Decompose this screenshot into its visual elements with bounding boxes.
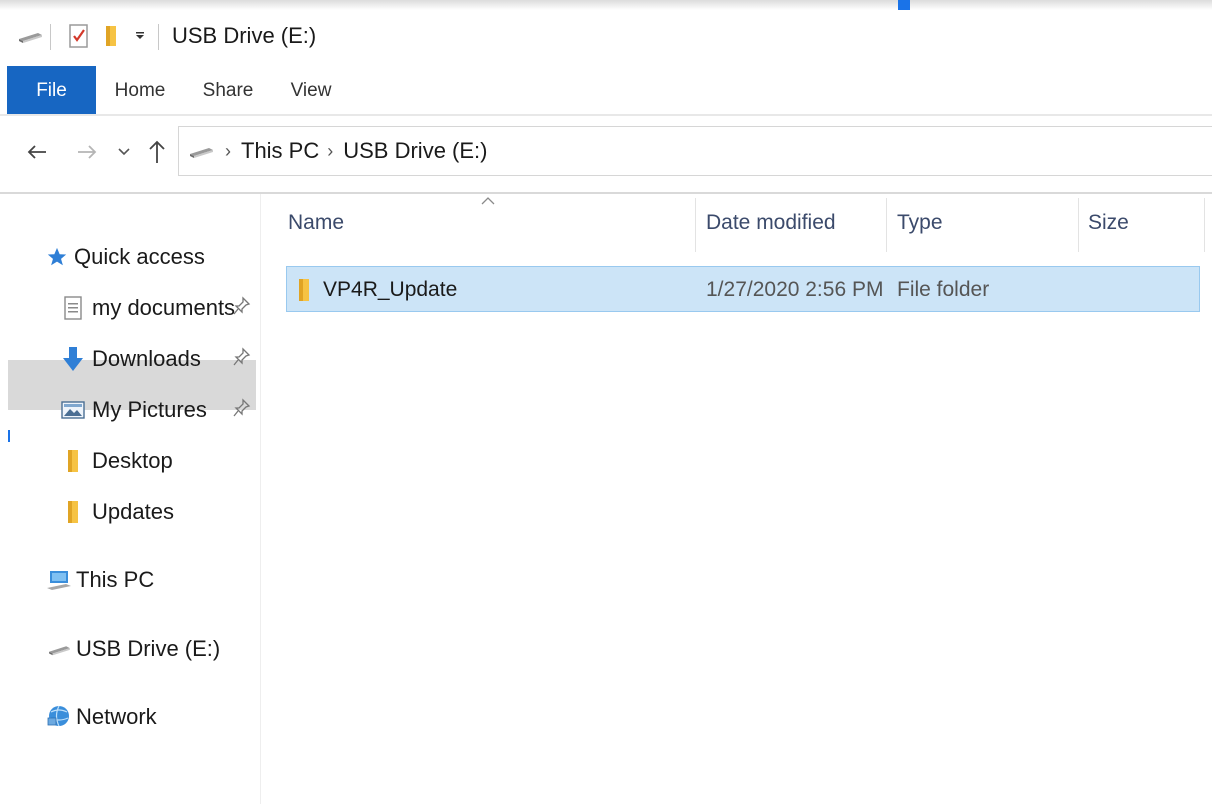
file-type: File folder bbox=[897, 278, 990, 301]
folder-icon bbox=[60, 499, 86, 525]
breadcrumb-separator-icon[interactable]: › bbox=[327, 141, 333, 162]
chevron-down-icon bbox=[118, 148, 130, 156]
top-edge-marker bbox=[898, 0, 910, 10]
nav-item-label: Desktop bbox=[92, 448, 173, 473]
breadcrumb-usb-drive[interactable]: USB Drive (E:) bbox=[343, 138, 487, 164]
arrow-left-icon bbox=[27, 145, 46, 159]
nav-item-label: Downloads bbox=[92, 346, 201, 371]
column-divider[interactable] bbox=[886, 198, 887, 252]
nav-quick-access[interactable]: Quick access bbox=[46, 234, 246, 280]
download-arrow-icon bbox=[60, 346, 86, 372]
file-explorer-window: USB Drive (E:) File Home Share View › Th… bbox=[0, 0, 1212, 804]
ribbon-tabs: File Home Share View bbox=[0, 66, 1212, 114]
pin-icon[interactable] bbox=[232, 397, 254, 423]
ribbon-divider bbox=[0, 114, 1212, 116]
column-divider[interactable] bbox=[1204, 198, 1205, 252]
nav-item-desktop[interactable]: Desktop bbox=[60, 438, 254, 484]
title-bar: USB Drive (E:) bbox=[0, 14, 1212, 58]
nav-item-label: My Pictures bbox=[92, 397, 207, 422]
navigation-bar: › This PC › USB Drive (E:) bbox=[0, 126, 1212, 178]
nav-network[interactable]: Network bbox=[46, 694, 246, 740]
recent-locations-button[interactable] bbox=[110, 126, 138, 178]
nav-item-label: USB Drive (E:) bbox=[76, 636, 221, 661]
forward-button[interactable] bbox=[70, 126, 104, 178]
arrow-up-icon bbox=[149, 140, 165, 163]
column-header-name[interactable]: Name bbox=[288, 200, 688, 246]
column-header-type[interactable]: Type bbox=[897, 200, 1073, 246]
drive-icon bbox=[187, 141, 215, 161]
arrow-right-icon bbox=[78, 145, 97, 159]
pin-icon[interactable] bbox=[232, 295, 254, 321]
customize-dropdown-icon[interactable] bbox=[128, 14, 152, 58]
tab-home[interactable]: Home bbox=[104, 66, 176, 114]
column-header-date-modified[interactable]: Date modified bbox=[706, 200, 882, 246]
network-icon bbox=[46, 704, 72, 730]
tab-file[interactable]: File bbox=[7, 66, 96, 114]
nav-item-my-documents[interactable]: my documents bbox=[60, 285, 254, 331]
tab-view[interactable]: View bbox=[278, 66, 344, 114]
file-date-modified: 1/27/2020 2:56 PM bbox=[706, 278, 884, 301]
nav-item-label: Updates bbox=[92, 499, 174, 524]
computer-icon bbox=[46, 567, 72, 593]
nav-item-updates[interactable]: Updates bbox=[60, 489, 254, 535]
breadcrumb-separator-icon[interactable]: › bbox=[225, 141, 231, 162]
column-header-size[interactable]: Size bbox=[1088, 200, 1198, 246]
nav-item-label: This PC bbox=[76, 567, 155, 592]
window-top-edge bbox=[0, 0, 1212, 10]
up-button[interactable] bbox=[140, 126, 174, 178]
nav-this-pc[interactable]: This PC bbox=[46, 557, 246, 603]
file-list: Name Date modified Type Size VP4R_Update… bbox=[270, 194, 1212, 804]
nav-item-label: my documents bbox=[92, 295, 236, 320]
nav-item-downloads[interactable]: Downloads bbox=[60, 336, 254, 382]
toolbar-separator bbox=[158, 24, 159, 50]
pictures-icon bbox=[60, 397, 86, 423]
nav-item-label: Network bbox=[76, 704, 157, 729]
properties-checkbox-icon[interactable] bbox=[64, 14, 94, 58]
document-icon bbox=[60, 295, 86, 321]
file-size bbox=[1089, 267, 1189, 313]
nav-item-label: Quick access bbox=[74, 244, 205, 269]
breadcrumb-this-pc[interactable]: This PC bbox=[241, 138, 319, 164]
column-divider[interactable] bbox=[1078, 198, 1079, 252]
column-divider[interactable] bbox=[695, 198, 696, 252]
address-bar[interactable]: › This PC › USB Drive (E:) bbox=[178, 126, 1212, 176]
pane-divider[interactable] bbox=[260, 194, 261, 804]
drive-icon bbox=[46, 636, 72, 662]
table-row[interactable]: VP4R_Update 1/27/2020 2:56 PM File folde… bbox=[286, 266, 1200, 312]
nav-usb-drive[interactable]: USB Drive (E:) bbox=[46, 626, 256, 672]
pin-icon[interactable] bbox=[232, 346, 254, 372]
drive-icon[interactable] bbox=[14, 14, 46, 58]
folder-icon bbox=[60, 448, 86, 474]
nav-item-my-pictures[interactable]: My Pictures bbox=[60, 387, 254, 433]
file-name[interactable]: VP4R_Update bbox=[323, 267, 683, 313]
tab-share[interactable]: Share bbox=[192, 66, 264, 114]
navigation-pane: Quick access my documents Downloads My P… bbox=[0, 194, 260, 804]
toolbar-separator bbox=[50, 24, 51, 50]
window-title: USB Drive (E:) bbox=[172, 23, 317, 48]
folder-icon bbox=[297, 267, 325, 313]
folder-icon[interactable] bbox=[98, 14, 124, 58]
back-button[interactable] bbox=[20, 126, 54, 178]
star-icon bbox=[46, 244, 68, 270]
